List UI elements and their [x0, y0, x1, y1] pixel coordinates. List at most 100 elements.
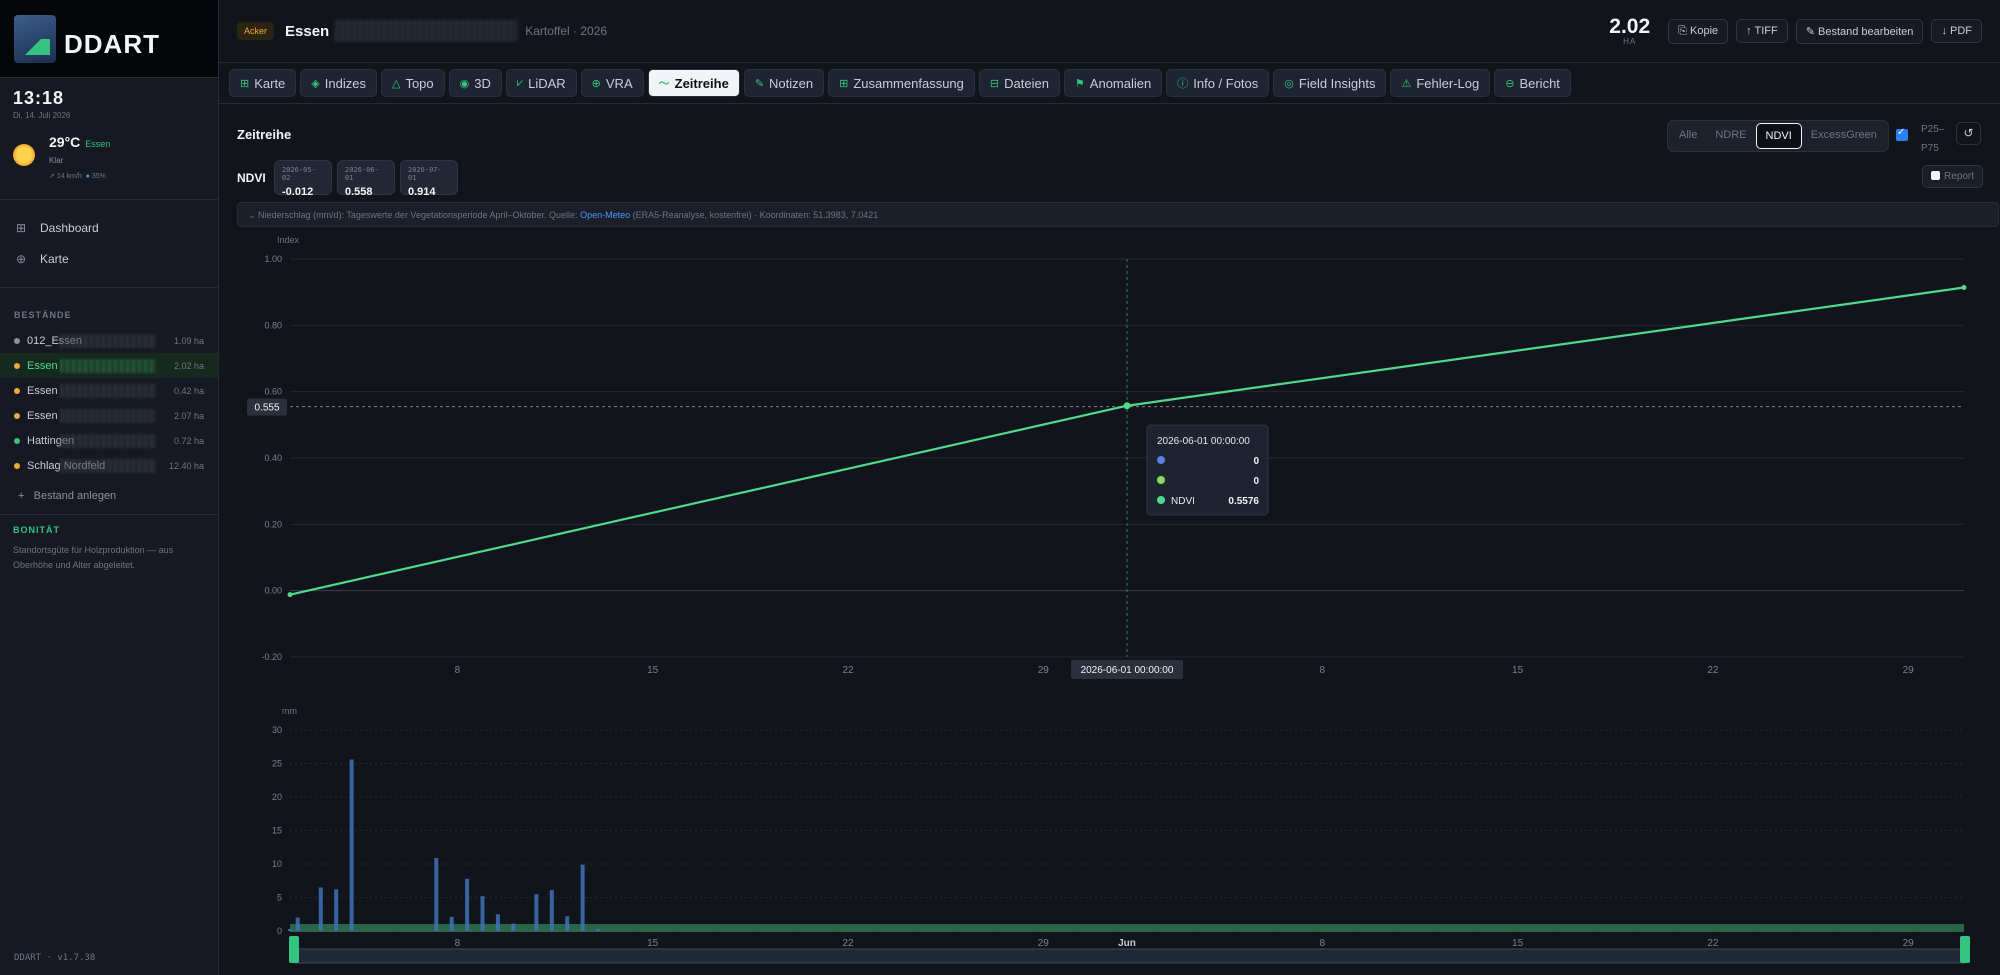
tab-karte[interactable]: ⊞ Karte: [229, 69, 297, 97]
add-stand-button[interactable]: + Bestand anlegen: [0, 478, 218, 515]
tab-label: Bericht: [1519, 75, 1560, 91]
ddart-logo-icon: [14, 14, 56, 63]
precipitation-note[interactable]: ⌄ Niederschlag (mm/d): Tageswerte der Ve…: [237, 202, 1999, 227]
tab-vra[interactable]: ⊕ VRA: [580, 69, 644, 97]
weather-humidity: 35%: [91, 173, 106, 180]
tab-label: 3D: [474, 75, 491, 91]
panel-title: Zeitreihe: [237, 127, 292, 142]
weather-desc: Klar: [49, 156, 64, 165]
edit-stand-button[interactable]: ✎ Bestand bearbeiten: [1795, 18, 1924, 44]
date-chip[interactable]: 2026-05-02 -0.012: [274, 160, 332, 198]
tab-label: Fehler-Log: [1416, 75, 1480, 91]
open-meteo-link[interactable]: Open-Meteo: [580, 210, 630, 220]
tab-icon: 〜: [658, 78, 670, 90]
page-title: Essen: [285, 22, 330, 40]
tab-bericht[interactable]: ⊖ Bericht: [1494, 69, 1571, 97]
copy-button[interactable]: ⎘ Kopie: [1668, 18, 1729, 44]
tab-icon: ⊖: [1505, 77, 1515, 90]
tab-fehler-log[interactable]: ⚠ Fehler-Log: [1390, 69, 1491, 97]
tab-icon: ⊟: [989, 77, 1000, 90]
stand-item[interactable]: Essen 2.07 ha: [0, 403, 218, 428]
date-chip[interactable]: 2026-06-01 0.558: [337, 160, 395, 198]
tab-icon: ✎: [754, 77, 765, 90]
tab-field-insights[interactable]: ◎ Field Insights: [1273, 69, 1387, 97]
segment-ndvi[interactable]: NDVI: [1755, 123, 1802, 149]
bonitat-title: BONITÄT: [13, 525, 60, 535]
chip-date: 2026-07-01: [408, 166, 442, 182]
stand-name: Essen: [27, 384, 58, 397]
segment-excessgreen[interactable]: ExcessGreen: [1802, 123, 1886, 149]
droplet-icon: ●: [85, 173, 90, 180]
status-dot: [14, 337, 20, 344]
page-subtitle: Kartoffel · 2026: [525, 24, 608, 38]
upload-icon: ↑: [1746, 25, 1752, 37]
report-checkbox[interactable]: [1931, 171, 1940, 180]
chip-date: 2026-06-01: [345, 166, 379, 182]
tiff-button[interactable]: ↑ TIFF: [1736, 19, 1788, 43]
plus-icon: +: [18, 490, 25, 502]
stand-list: 012_Essen 1.09 ha Essen 2.02 ha Essen 0.42 ha…: [0, 328, 218, 478]
tab-topo[interactable]: △ Topo: [380, 69, 445, 97]
tab-label: Field Insights: [1298, 75, 1376, 91]
stand-item[interactable]: Hattingen 0.72 ha: [0, 428, 218, 453]
area-value: 2.02: [1609, 15, 1651, 38]
download-icon: ↓: [1941, 25, 1947, 37]
tab-icon: ⊞: [240, 77, 250, 90]
tab-icon: ⚑: [1074, 77, 1085, 90]
stand-name: Essen: [27, 409, 58, 422]
percentile-checkbox[interactable]: [1896, 127, 1908, 141]
stand-area: 12.40 ha: [168, 460, 204, 471]
tab-anomalien[interactable]: ⚑ Anomalien: [1063, 69, 1163, 97]
status-dot: [14, 387, 20, 394]
brand[interactable]: DDART: [0, 0, 218, 78]
area-display: 2.02 HA: [1609, 16, 1650, 46]
tab-zusammenfassung[interactable]: ⊞ Zusammenfassung: [828, 69, 975, 97]
report-toggle[interactable]: Report: [1922, 165, 1984, 188]
status-dot: [14, 437, 20, 444]
nav-item-dashboard[interactable]: ⊞ Dashboard: [0, 212, 218, 243]
tab-lidar[interactable]: ⩗ LiDAR: [505, 69, 577, 97]
stand-item[interactable]: Schlag Nordfeld12.40 ha: [0, 453, 218, 478]
tab-label: Karte: [254, 75, 286, 91]
add-stand-label: Bestand anlegen: [33, 490, 117, 502]
stand-area: 2.07 ha: [173, 410, 204, 421]
segment-ndre[interactable]: NDRE: [1706, 123, 1755, 149]
tab-3d[interactable]: ◉ 3D: [448, 69, 502, 97]
tab-zeitreihe[interactable]: 〜 Zeitreihe: [647, 69, 740, 97]
stand-item[interactable]: Essen 2.02 ha: [0, 353, 218, 378]
stands-title: BESTÄNDE: [14, 310, 72, 320]
copy-icon: ⎘: [1678, 24, 1687, 37]
tab-icon: ⓘ: [1177, 78, 1189, 90]
bonitat-info: BONITÄT Standortsgüte für Holzproduktion…: [0, 515, 218, 583]
pdf-button[interactable]: ↓ PDF: [1931, 19, 1982, 43]
segment-alle[interactable]: Alle: [1670, 123, 1706, 149]
redacted-text: [60, 358, 156, 373]
stand-area: 1.09 ha: [173, 335, 204, 346]
tab-dateien[interactable]: ⊟ Dateien: [978, 69, 1060, 97]
note-prefix: ⌄ Niederschlag (mm/d): Tageswerte der Ve…: [248, 210, 578, 220]
grid-icon: ⊞: [16, 220, 27, 235]
globe-icon: ⊕: [16, 251, 27, 266]
app-root: DDART 13:18 Di, 14. Juli 2026 29°C Essen …: [0, 0, 2000, 975]
tab-label: Topo: [405, 75, 434, 91]
percentile-label: P25–P75: [1921, 124, 1945, 154]
tab-label: Zusammenfassung: [853, 75, 964, 91]
nav-item-karte[interactable]: ⊕ Karte: [0, 243, 218, 274]
tab-indizes[interactable]: ◈ Indizes: [300, 69, 377, 97]
tab-notizen[interactable]: ✎ Notizen: [743, 69, 825, 97]
tab-icon: ⚠: [1401, 77, 1412, 90]
tab-info-fotos[interactable]: ⓘ Info / Fotos: [1166, 69, 1270, 97]
date-chip[interactable]: 2026-07-01 0.914: [400, 160, 458, 198]
tab-icon: ◎: [1284, 77, 1294, 90]
redacted-text: [60, 383, 156, 398]
redacted-text: [60, 433, 156, 448]
stand-area: 0.42 ha: [173, 385, 204, 396]
reset-zoom-button[interactable]: ↺: [1956, 122, 1981, 145]
weather-temp: 29°C Essen: [49, 134, 110, 150]
stand-item[interactable]: 012_Essen 1.09 ha: [0, 328, 218, 353]
index-label: NDVI: [237, 171, 266, 185]
bonitat-desc: Standortsgüte für Holzproduktion — aus O…: [13, 545, 174, 570]
chip-value: 0.558: [345, 186, 373, 198]
status-dot: [14, 362, 20, 369]
stand-item[interactable]: Essen 0.42 ha: [0, 378, 218, 403]
